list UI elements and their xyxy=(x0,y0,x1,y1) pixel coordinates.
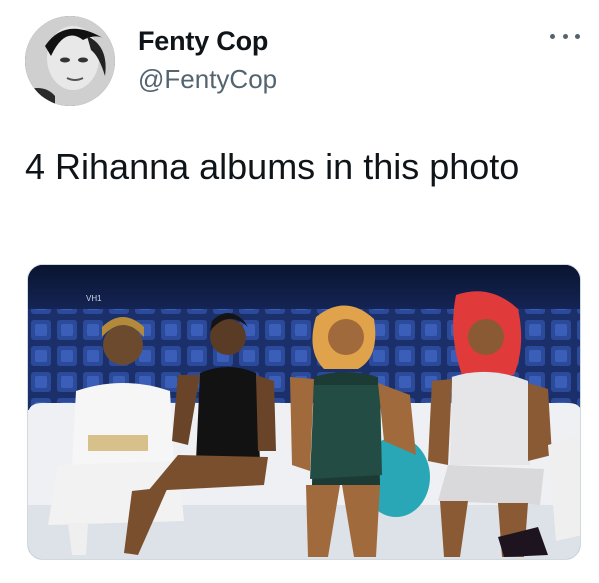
profile-photo-icon xyxy=(25,16,115,106)
ellipsis-icon[interactable] xyxy=(550,26,580,46)
dot xyxy=(562,33,568,39)
dot xyxy=(550,33,555,39)
tweet-text: 4 Rihanna albums in this photo xyxy=(25,146,520,187)
tv-show-photo-icon: VH1 xyxy=(28,265,580,559)
vh1-watermark: VH1 xyxy=(86,294,102,303)
author-avatar[interactable] xyxy=(25,16,115,106)
tweet-media-photo[interactable]: VH1 xyxy=(27,264,581,560)
author-display-name[interactable]: Fenty Cop xyxy=(138,26,268,57)
dot xyxy=(575,33,580,39)
author-handle[interactable]: @FentyCop xyxy=(138,64,277,95)
